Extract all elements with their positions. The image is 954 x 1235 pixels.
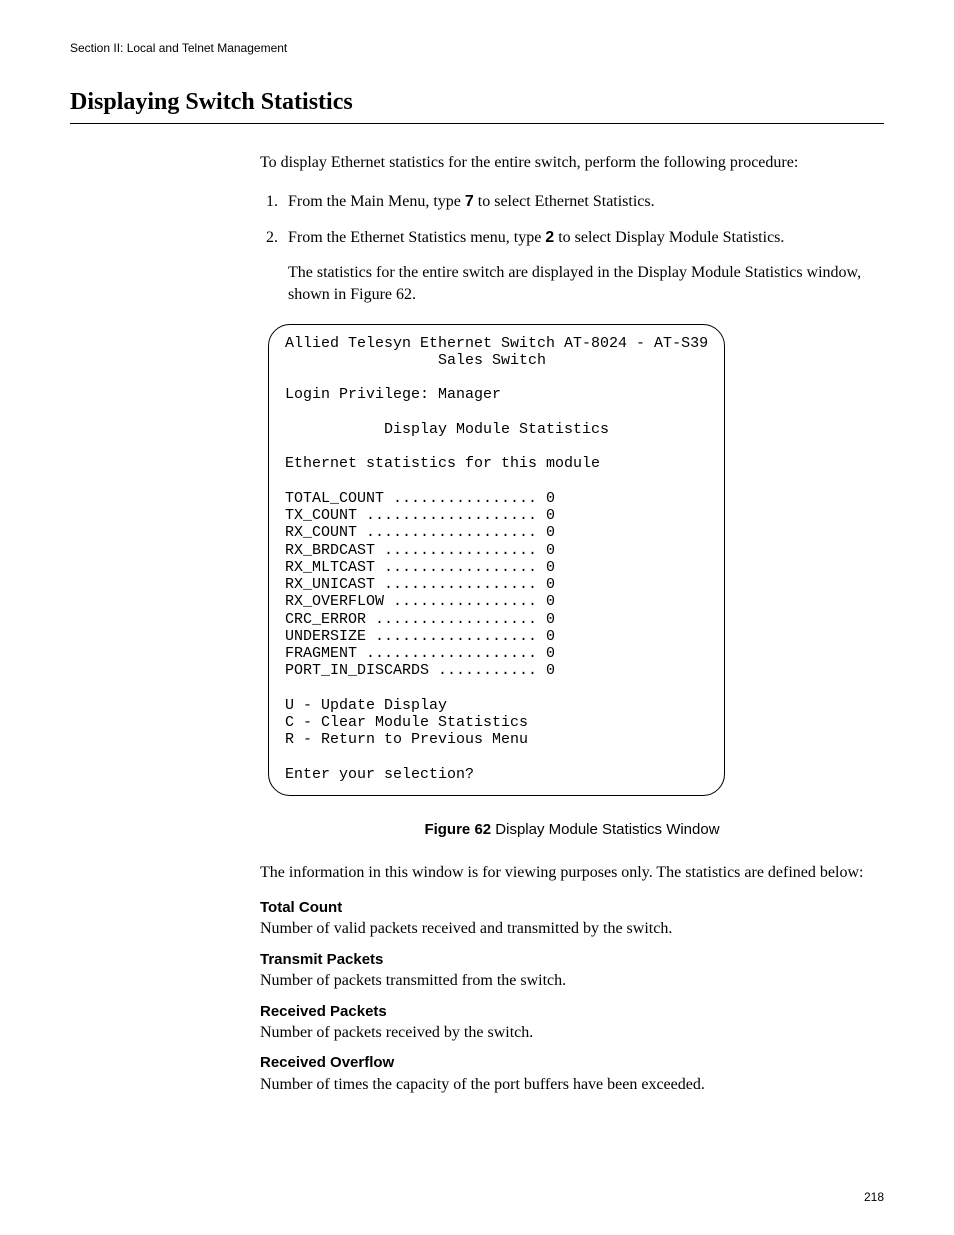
step-1-prefix: From the Main Menu, type [288,193,465,210]
definition-description: Number of packets received by the switch… [260,1022,884,1044]
content-column: To display Ethernet statistics for the e… [260,152,884,1096]
definition-term: Received Packets [260,1002,884,1022]
definition-term: Transmit Packets [260,950,884,970]
step-2-prefix: From the Ethernet Statistics menu, type [288,229,545,246]
step-2-key: 2 [545,229,554,246]
definitions-list: Total CountNumber of valid packets recei… [260,898,884,1095]
step-1-suffix: to select Ethernet Statistics. [474,193,655,210]
figure-text: Display Module Statistics Window [491,821,719,838]
procedure-steps: From the Main Menu, type 7 to select Eth… [260,191,884,305]
step-2: From the Ethernet Statistics menu, type … [282,227,884,306]
definition-term: Total Count [260,898,884,918]
page-number: 218 [864,1189,884,1205]
terminal-window: Allied Telesyn Ethernet Switch AT-8024 -… [268,324,725,797]
definition-description: Number of times the capacity of the port… [260,1074,884,1096]
definition-term: Received Overflow [260,1053,884,1073]
figure-number: Figure 62 [424,821,491,838]
after-figure-paragraph: The information in this window is for vi… [260,862,884,884]
intro-paragraph: To display Ethernet statistics for the e… [260,152,884,174]
step-1-key: 7 [465,193,474,210]
page-title: Displaying Switch Statistics [70,86,884,123]
section-header: Section II: Local and Telnet Management [70,40,884,56]
definition-description: Number of packets transmitted from the s… [260,970,884,992]
after-steps-paragraph: The statistics for the entire switch are… [288,262,884,305]
step-1: From the Main Menu, type 7 to select Eth… [282,191,884,213]
terminal-wrap: Allied Telesyn Ethernet Switch AT-8024 -… [268,324,884,797]
step-2-suffix: to select Display Module Statistics. [554,229,784,246]
figure-caption: Figure 62 Display Module Statistics Wind… [260,820,884,840]
definition-description: Number of valid packets received and tra… [260,918,884,940]
